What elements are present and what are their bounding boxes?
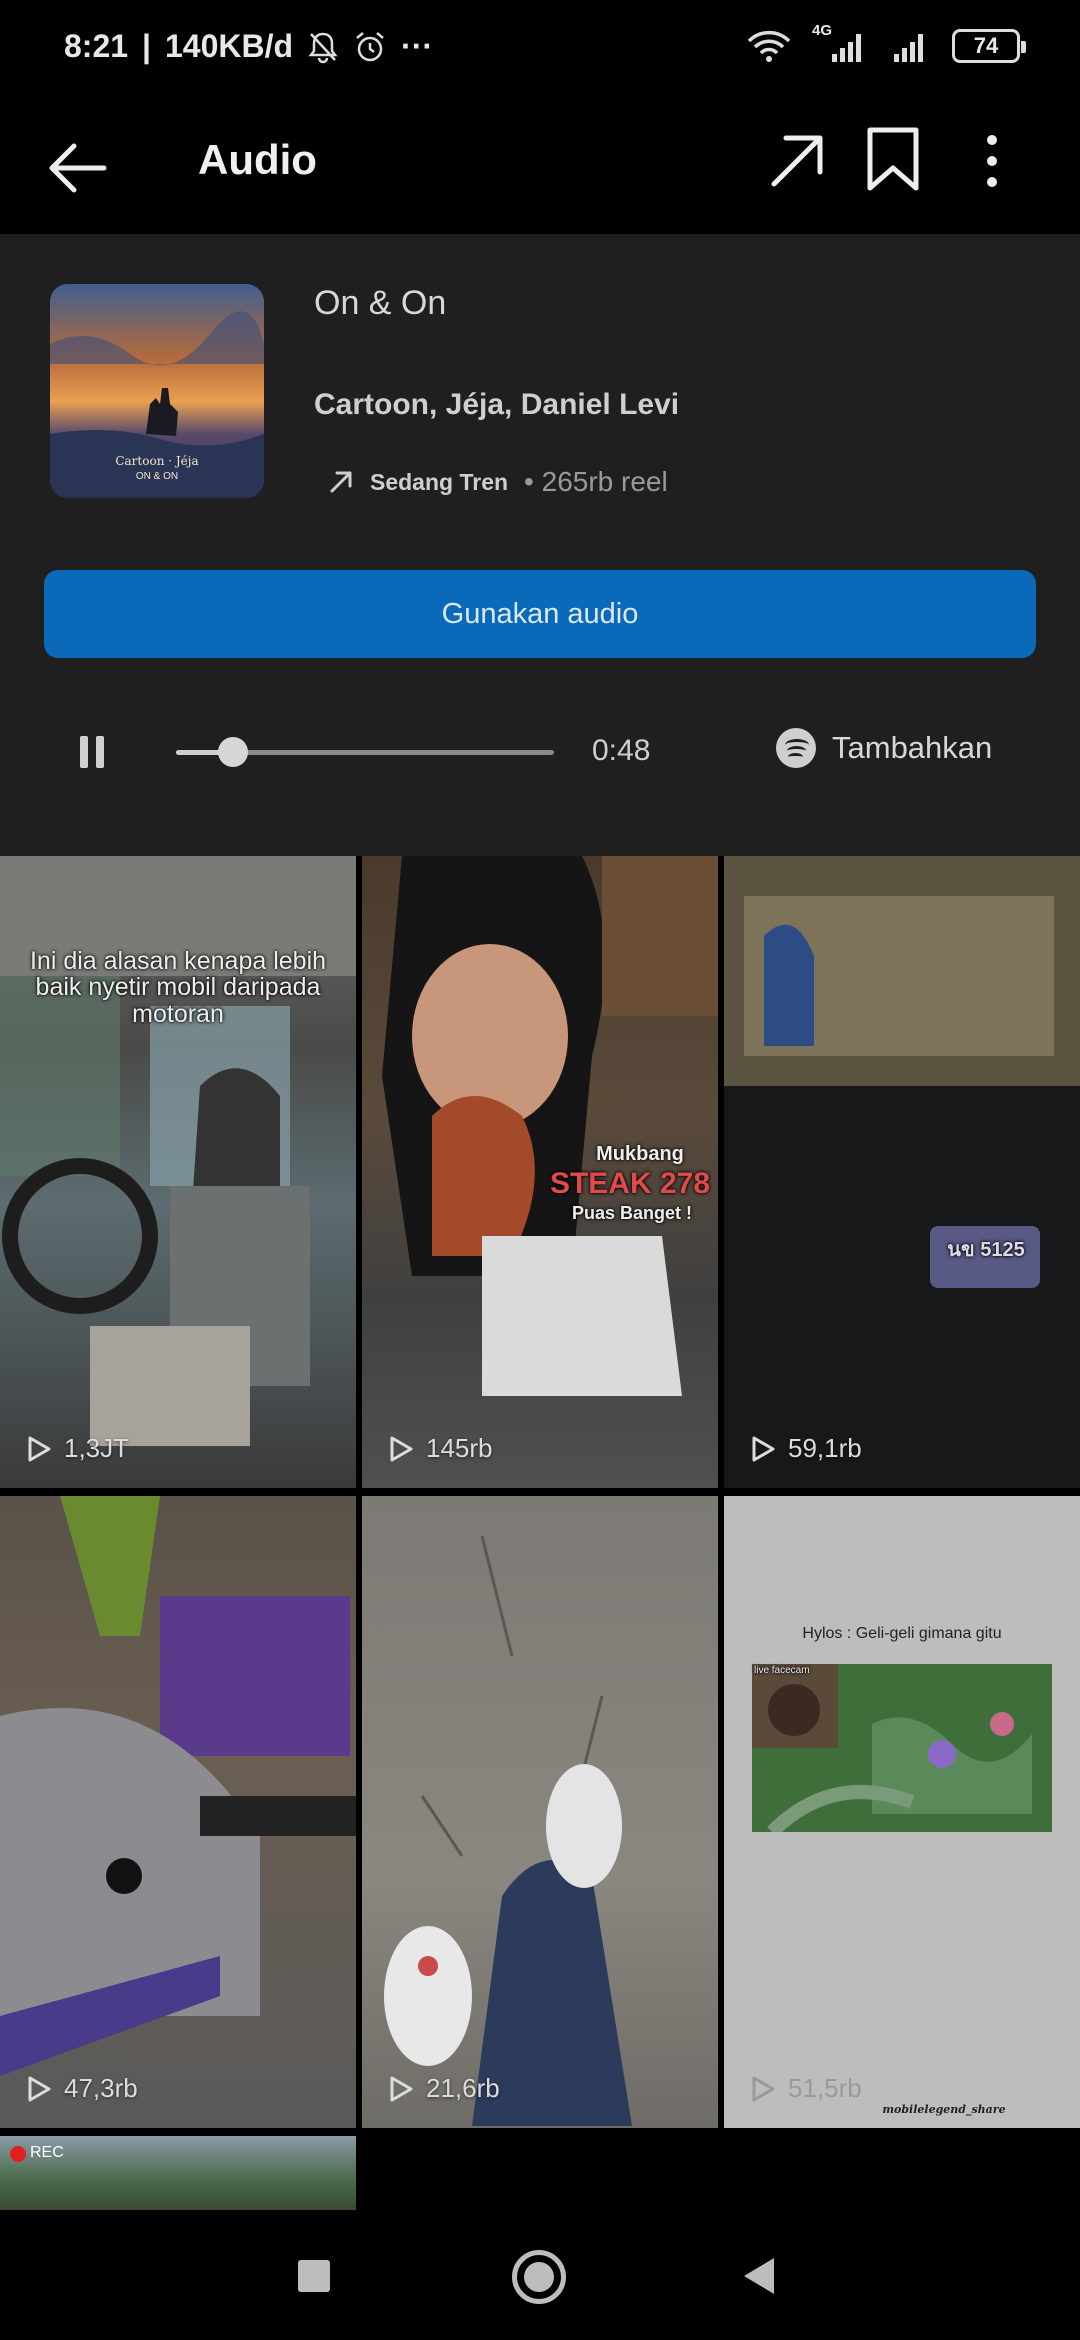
system-back-button[interactable]: [744, 2258, 774, 2294]
reel-caption-bottom: Puas Banget !: [571, 1203, 693, 1223]
reel-view-count: 21,6rb: [426, 2073, 500, 2103]
reel-views: 145rb: [388, 1433, 493, 1464]
reel-thumbnail[interactable]: นข 5125 59,1rb: [724, 856, 1080, 1488]
license-plate: นข 5125: [947, 1239, 1025, 1261]
alarm-icon: [356, 31, 384, 61]
reel-caption: Hylos : Geli-geli gimana gitu: [802, 1625, 1002, 1642]
recents-button[interactable]: [298, 2260, 330, 2292]
motorcycle-image: [0, 1496, 356, 2076]
reel-caption-main: STEAK 278: [549, 1167, 711, 1200]
cell-signal-1: 4G: [810, 22, 870, 66]
system-nav-bar: [0, 2210, 1080, 2340]
status-more: ···: [401, 28, 434, 64]
status-bar: 8:21 | 140KB/d ··· 4G 74: [0, 0, 1080, 100]
reel-thumbnail[interactable]: 47,3rb: [0, 1496, 356, 2128]
reel-views: 21,6rb: [388, 2073, 500, 2104]
playback-time: 0:48: [592, 734, 651, 767]
inset-label: live facecam: [754, 1665, 810, 1676]
play-icon: [390, 2076, 413, 2101]
seek-bar[interactable]: [176, 737, 554, 767]
watermark: mobilelegend_share: [882, 2103, 1006, 2116]
share-arrow-icon: [771, 135, 823, 187]
reel-thumbnail[interactable]: REC: [0, 2136, 356, 2210]
reel-view-count: 51,5rb: [788, 2073, 862, 2103]
reel-thumbnail[interactable]: Ini dia alasan kenapa lebih baik nyetir …: [0, 856, 356, 1488]
car-rear-image: [724, 856, 1080, 1488]
wifi-icon: [747, 30, 791, 62]
pause-button[interactable]: [78, 732, 108, 772]
status-right: 4G 74: [746, 22, 1026, 66]
shoes-on-sand-image: [384, 1535, 632, 2126]
play-icon: [752, 2076, 775, 2101]
game-screenshot-image: [752, 1664, 1052, 1832]
add-to-spotify-button[interactable]: Tambahkan: [776, 728, 992, 768]
audio-player: 0:48 Tambahkan: [0, 712, 1080, 812]
share-button[interactable]: [762, 126, 832, 196]
reel-count: • 265rb reel: [524, 466, 668, 497]
battery-level: 74: [973, 33, 999, 58]
reel-caption: Ini dia alasan kenapa lebih baik nyetir …: [29, 947, 327, 1028]
bell-muted-icon: [308, 32, 338, 63]
network-type: 4G: [812, 22, 833, 39]
play-icon: [28, 2076, 51, 2101]
status-separator: |: [142, 28, 151, 64]
trending-arrow-icon: [330, 471, 352, 493]
reel-views: 51,5rb: [750, 2073, 862, 2104]
signal-bars-2-icon: [894, 34, 923, 62]
reel-views: 47,3rb: [26, 2073, 138, 2104]
save-button[interactable]: [862, 124, 924, 194]
cover-title: Cartoon · Jéja: [115, 454, 199, 468]
bookmark-icon: [867, 127, 919, 191]
reel-caption-top: Mukbang: [596, 1143, 684, 1165]
album-cover[interactable]: Cartoon · Jéja ON & ON: [50, 284, 264, 498]
play-icon: [752, 1436, 775, 1461]
status-left: 8:21 | 140KB/d ···: [64, 28, 433, 65]
rec-label: REC: [30, 2144, 64, 2161]
seek-handle[interactable]: [217, 737, 248, 767]
rec-dot: [10, 2146, 26, 2162]
track-artists[interactable]: Cartoon, Jéja, Daniel Levi: [314, 388, 679, 422]
reel-view-count: 1,3JT: [64, 1433, 130, 1463]
audio-info-panel: Cartoon · Jéja ON & ON On & On Cartoon, …: [0, 234, 1080, 856]
cover-subtitle: ON & ON: [135, 471, 179, 482]
back-button[interactable]: [40, 130, 116, 206]
reel-views: 59,1rb: [750, 1433, 862, 1464]
app-bar: Audio: [0, 100, 1080, 234]
reel-thumbnail[interactable]: Hylos : Geli-geli gimana gitu live facec…: [724, 1496, 1080, 2128]
spotify-label: Tambahkan: [832, 730, 993, 765]
more-options-button[interactable]: [970, 126, 1014, 196]
trending-row: Sedang Tren • 265rb reel: [328, 466, 668, 498]
more-vertical-icon: [987, 135, 997, 187]
reel-thumbnail[interactable]: 21,6rb: [362, 1496, 718, 2128]
reel-view-count: 59,1rb: [788, 1433, 862, 1463]
status-time: 8:21: [64, 28, 129, 64]
track-title: On & On: [314, 284, 447, 322]
use-audio-button[interactable]: Gunakan audio: [44, 570, 1036, 658]
spotify-icon: [776, 728, 816, 768]
reel-views: 1,3JT: [26, 1433, 129, 1464]
trending-label: Sedang Tren: [370, 468, 509, 495]
status-network-speed: 140KB/d: [165, 28, 294, 64]
pause-icon: [80, 736, 104, 768]
play-icon: [390, 1436, 413, 1461]
play-icon: [28, 1436, 51, 1461]
reel-thumbnail[interactable]: Mukbang STEAK 278 Puas Banget ! 145rb: [362, 856, 718, 1488]
battery-indicator: 74: [952, 29, 1026, 63]
home-button[interactable]: [512, 2250, 566, 2304]
reel-view-count: 145rb: [426, 1433, 493, 1463]
arrow-left-icon: [49, 143, 107, 193]
page-title: Audio: [198, 136, 317, 183]
reel-view-count: 47,3rb: [64, 2073, 138, 2103]
